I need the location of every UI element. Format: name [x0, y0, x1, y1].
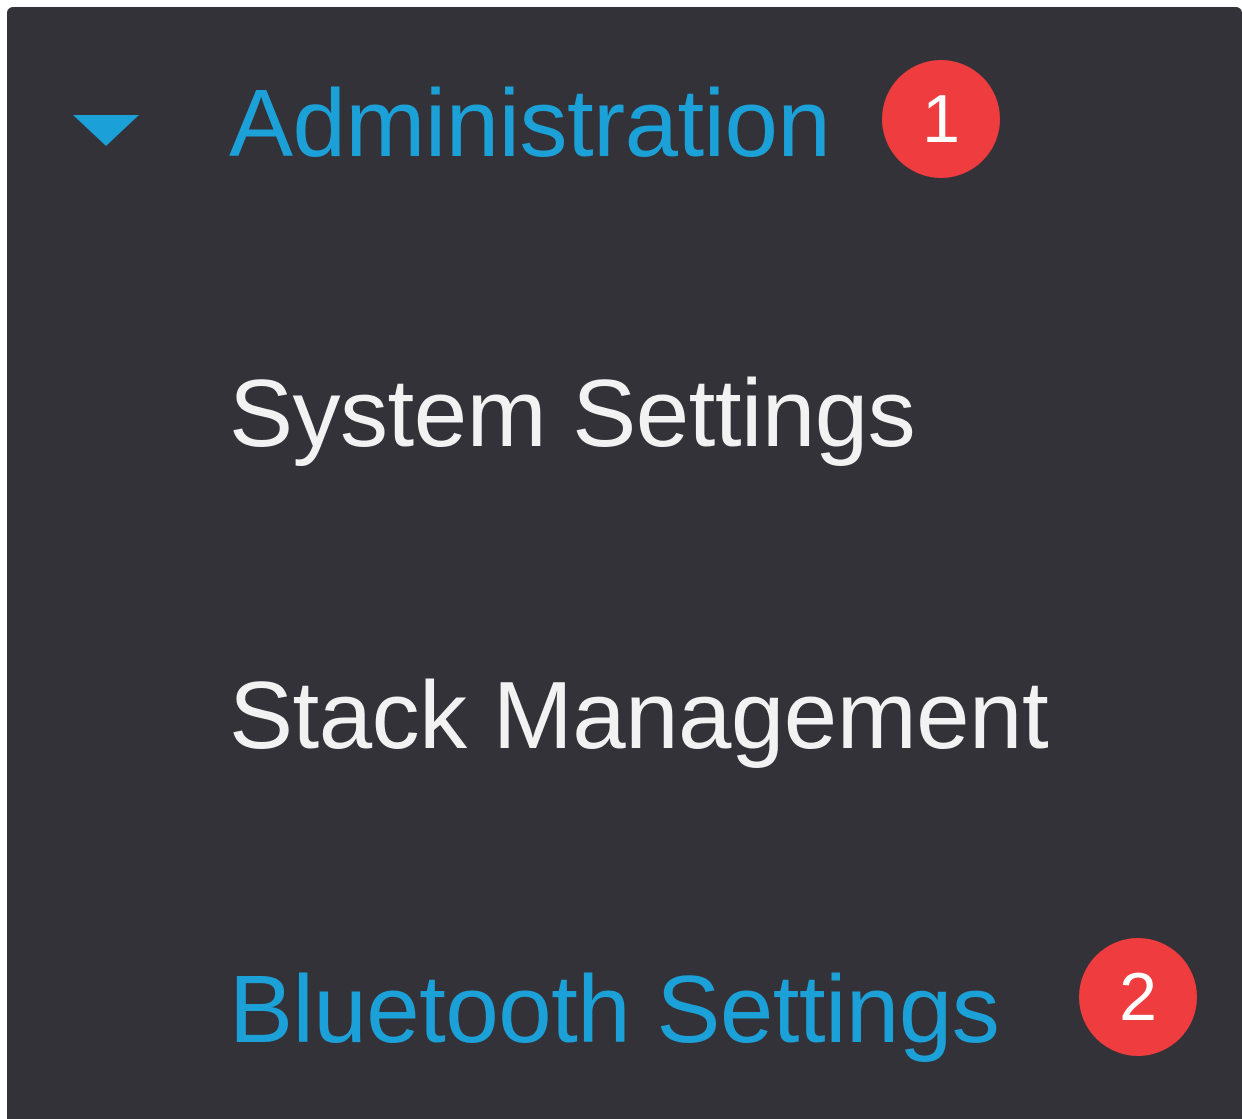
- menu-item-label: Bluetooth Settings: [229, 956, 1000, 1063]
- menu-item-label: System Settings: [229, 360, 916, 467]
- menu-item-system-settings[interactable]: System Settings: [7, 345, 1242, 485]
- step-badge-1: 1: [882, 60, 1000, 178]
- step-badge-2: 2: [1079, 938, 1197, 1056]
- menu-item-label: Stack Management: [229, 662, 1049, 769]
- caret-down-icon[interactable]: [73, 115, 139, 146]
- menu-section-administration[interactable]: Administration 1: [7, 55, 1242, 195]
- navigation-menu: Administration 1 System Settings Stack M…: [7, 7, 1242, 1119]
- menu-item-bluetooth-settings[interactable]: Bluetooth Settings 2: [7, 938, 1242, 1081]
- menu-item-stack-management[interactable]: Stack Management: [7, 647, 1242, 787]
- menu-section-label: Administration: [229, 70, 831, 177]
